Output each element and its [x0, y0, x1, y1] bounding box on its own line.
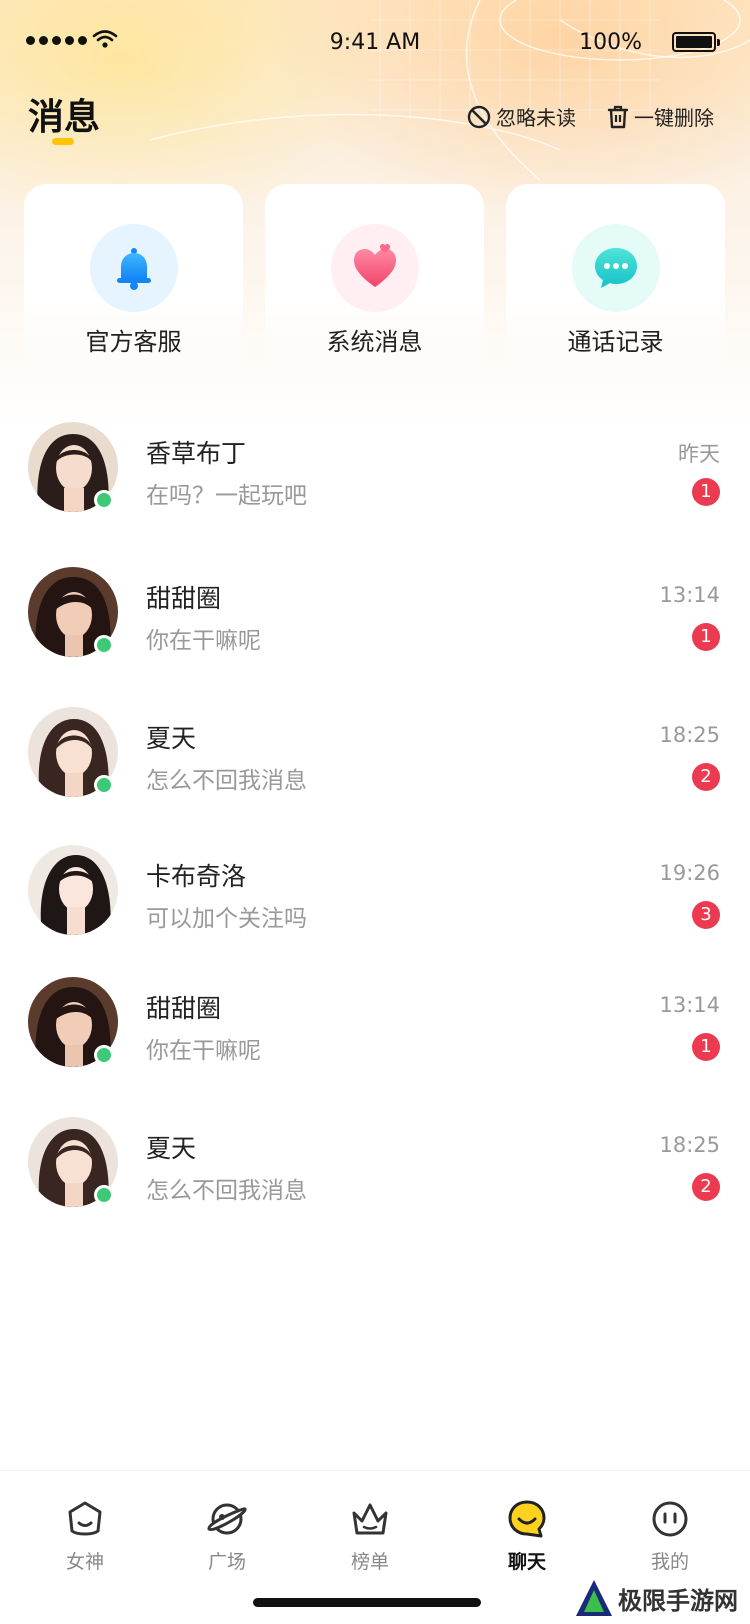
tab-label: 聊天 — [507, 1551, 546, 1573]
ignore-unread-button[interactable]: 忽略未读 — [466, 102, 576, 131]
conversation-item[interactable]: 夏天 怎么不回我消息 18:25 2 — [0, 707, 750, 817]
ignore-unread-label: 忽略未读 — [496, 106, 576, 130]
home-indicator[interactable] — [253, 1598, 481, 1607]
tab-goddess[interactable]: 女神 — [35, 1497, 135, 1574]
tab-label: 我的 — [650, 1551, 689, 1573]
tab-label: 榜单 — [350, 1551, 389, 1573]
tab-plaza[interactable]: 广场 — [177, 1497, 277, 1574]
conversation-item[interactable]: 卡布奇洛 可以加个关注吗 19:26 3 — [0, 845, 750, 955]
card-label: 官方客服 — [85, 328, 182, 356]
tab-chat[interactable]: 聊天 — [477, 1497, 577, 1574]
battery-icon — [672, 32, 720, 52]
watermark-text: 极限手游网 — [618, 1586, 738, 1615]
contact-name: 夏天 — [146, 724, 197, 753]
contact-name: 卡布奇洛 — [146, 862, 247, 891]
message-time: 18:25 — [659, 1133, 720, 1157]
message-time: 18:25 — [659, 723, 720, 747]
smile-chat-icon — [508, 1500, 546, 1538]
heart-icon — [331, 224, 419, 312]
message-preview: 在吗？一起玩吧 — [146, 483, 307, 509]
avatar — [28, 845, 118, 935]
block-icon — [467, 105, 491, 128]
contact-name: 香草布丁 — [146, 439, 247, 468]
conversation-item[interactable]: 甜甜圈 你在干嘛呢 13:14 1 — [0, 977, 750, 1087]
contact-name: 甜甜圈 — [146, 994, 222, 1023]
unread-badge: 1 — [692, 478, 720, 506]
message-time: 19:26 — [659, 861, 720, 885]
message-preview: 怎么不回我消息 — [146, 1178, 307, 1204]
unread-badge: 2 — [692, 763, 720, 791]
goddess-icon — [68, 1501, 102, 1536]
online-indicator — [94, 490, 114, 510]
contact-name: 夏天 — [146, 1134, 197, 1163]
message-preview: 可以加个关注吗 — [146, 906, 307, 932]
online-indicator — [94, 1185, 114, 1205]
message-preview: 你在干嘛呢 — [146, 1038, 261, 1064]
card-label: 通话记录 — [567, 328, 664, 356]
unread-badge: 2 — [692, 1173, 720, 1201]
tab-profile[interactable]: 我的 — [620, 1497, 720, 1574]
conversation-item[interactable]: 夏天 怎么不回我消息 18:25 2 — [0, 1117, 750, 1227]
status-bar: 9:41 AM 100% — [0, 0, 750, 84]
message-time: 13:14 — [659, 583, 720, 607]
tab-ranking[interactable]: 榜单 — [320, 1497, 420, 1574]
delete-all-label: 一键删除 — [634, 106, 714, 130]
message-preview: 怎么不回我消息 — [146, 768, 307, 794]
profile-face-icon — [652, 1501, 688, 1537]
conversation-item[interactable]: 香草布丁 在吗？一起玩吧 昨天 1 — [0, 422, 750, 532]
crown-icon — [352, 1503, 388, 1535]
online-indicator — [94, 635, 114, 655]
message-time: 昨天 — [678, 442, 720, 466]
unread-badge: 1 — [692, 623, 720, 651]
system-message-card[interactable]: 系统消息 — [265, 184, 484, 374]
call-records-card[interactable]: 通话记录 — [506, 184, 725, 374]
card-label: 系统消息 — [326, 328, 423, 356]
title-indicator — [52, 138, 74, 145]
planet-icon — [207, 1503, 247, 1535]
chat-bubble-icon — [572, 224, 660, 312]
message-preview: 你在干嘛呢 — [146, 628, 261, 654]
bell-icon — [90, 224, 178, 312]
trash-icon — [607, 105, 629, 128]
page-title: 消息 — [28, 97, 101, 138]
watermark-logo-icon — [576, 1580, 612, 1616]
message-time: 13:14 — [659, 993, 720, 1017]
unread-badge: 3 — [692, 901, 720, 929]
tab-label: 女神 — [65, 1551, 104, 1573]
battery-percentage: 100% — [579, 30, 642, 55]
contact-name: 甜甜圈 — [146, 584, 222, 613]
online-indicator — [94, 1045, 114, 1065]
watermark: 极限手游网 — [570, 1578, 742, 1618]
unread-badge: 1 — [692, 1033, 720, 1061]
delete-all-button[interactable]: 一键删除 — [606, 102, 714, 131]
online-indicator — [94, 775, 114, 795]
official-service-card[interactable]: 官方客服 — [24, 184, 243, 374]
tab-label: 广场 — [207, 1551, 246, 1573]
conversation-item[interactable]: 甜甜圈 你在干嘛呢 13:14 1 — [0, 567, 750, 677]
